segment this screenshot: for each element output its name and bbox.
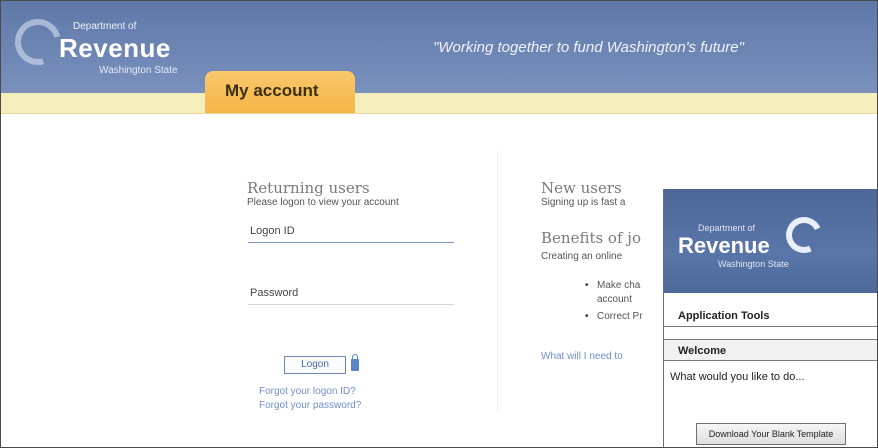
app-logo-state-text: Washington State [718, 259, 789, 269]
column-divider [497, 151, 498, 411]
logon-id-input[interactable] [248, 242, 454, 243]
application-tools-window: Department of Revenue Washington State A… [663, 189, 877, 447]
logo-name-text: Revenue [59, 33, 171, 63]
app-logo-name-text: Revenue [678, 233, 770, 258]
swirl-logo-icon [780, 211, 828, 259]
application-tools-header[interactable]: Application Tools [664, 305, 877, 327]
benefit-item-continued: account [597, 294, 633, 305]
app-logo-dept-text: Department of [698, 223, 756, 233]
dor-logo[interactable]: Department of Revenue Washington State [6, 10, 205, 87]
prompt-text: What would you like to do... [670, 371, 805, 383]
browser-page: Department of Revenue Washington State "… [0, 0, 878, 448]
password-input[interactable] [248, 304, 454, 305]
welcome-header[interactable]: Welcome [664, 339, 877, 361]
forgot-logon-id-link[interactable]: Forgot your logon ID? [259, 386, 356, 397]
lock-icon [351, 354, 359, 371]
password-label: Password [250, 287, 299, 299]
app-window-header: Department of Revenue Washington State [664, 189, 877, 293]
new-users-subtitle: Signing up is fast a [541, 197, 626, 208]
logo-dept-text: Department of [73, 21, 137, 32]
site-tagline: "Working together to fund Washington's f… [433, 39, 744, 56]
benefits-heading: Benefits of jo [541, 229, 641, 247]
benefits-subtitle: Creating an online [541, 251, 623, 262]
tab-my-account[interactable]: My account [205, 71, 355, 113]
tab-bar [1, 93, 877, 114]
benefit-item: Make cha [585, 280, 640, 291]
what-will-i-need-link[interactable]: What will I need to [541, 351, 623, 362]
tab-my-account-label: My account [225, 81, 319, 100]
returning-users-subtitle: Please logon to view your account [247, 197, 399, 208]
logon-button[interactable]: Logon [284, 356, 346, 374]
new-users-heading: New users [541, 179, 622, 197]
returning-users-heading: Returning users [247, 179, 370, 197]
download-template-button[interactable]: Download Your Blank Template [696, 423, 846, 445]
benefit-item: Correct Pr [585, 311, 642, 322]
forgot-password-link[interactable]: Forgot your password? [259, 400, 361, 411]
site-header: Department of Revenue Washington State "… [1, 1, 877, 93]
logo-state-text: Washington State [99, 65, 178, 76]
logon-id-label: Logon ID [250, 225, 295, 237]
